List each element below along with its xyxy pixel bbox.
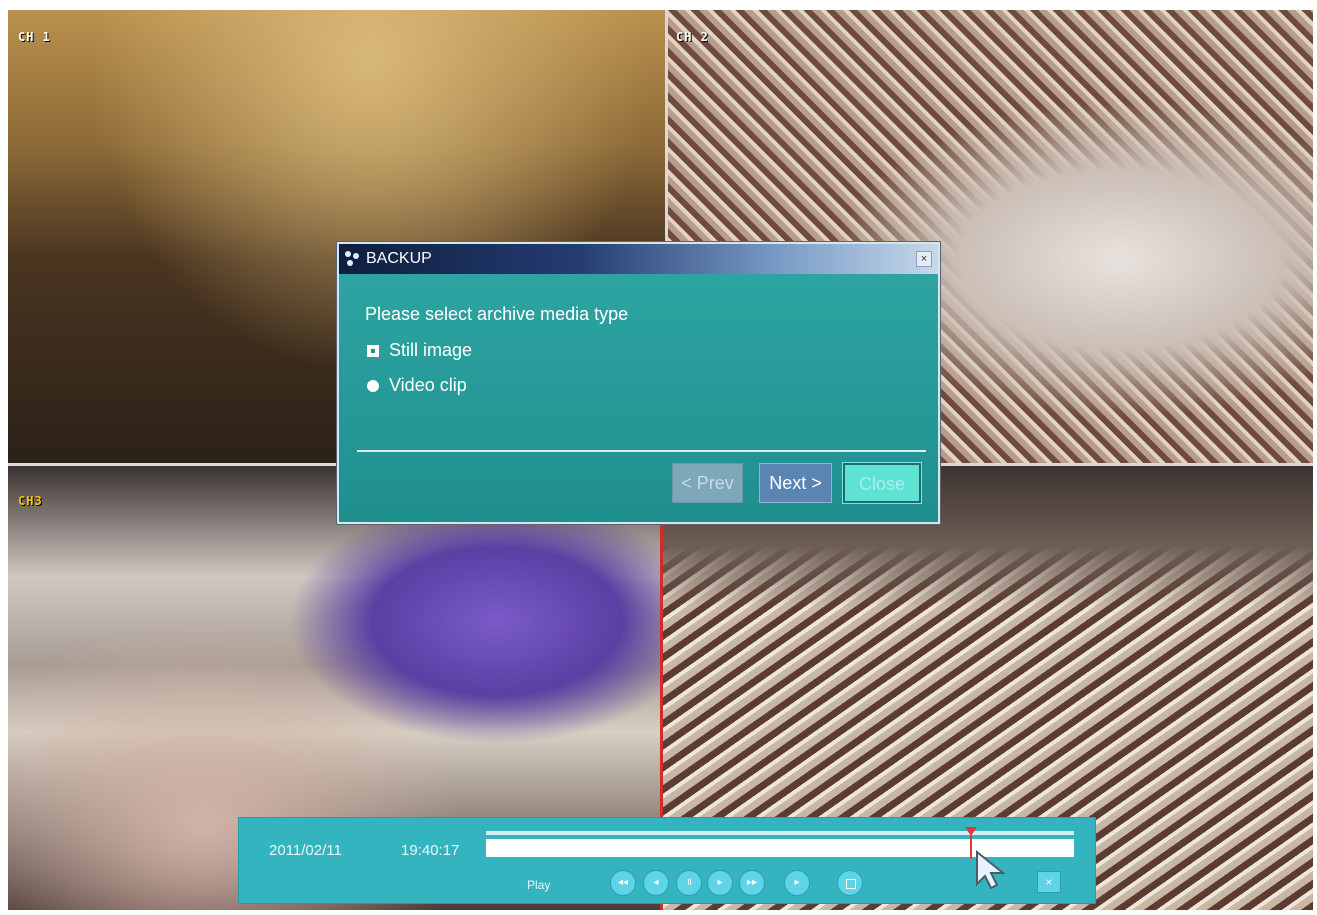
step-back-icon[interactable]: ◂ (643, 870, 669, 896)
option-still-image[interactable]: Still image (367, 340, 472, 361)
camera-label-ch3: CH3 (18, 494, 43, 508)
playback-date: 2011/02/11 (269, 842, 342, 859)
backup-icon (345, 251, 361, 267)
selected-radio-icon (367, 345, 379, 357)
mouse-cursor-icon (976, 850, 1005, 890)
snapshot-icon[interactable] (837, 870, 863, 896)
timeline-marker-line (970, 833, 972, 859)
playback-time: 19:40:17 (401, 842, 460, 859)
option-label: Still image (389, 340, 473, 360)
playback-bar: 2011/02/11 19:40:17 Play ◂◂ ◂ ॥ ▸ ▸▸ ▸ × (238, 817, 1096, 904)
dialog-divider (357, 450, 926, 452)
camera-label-ch2: CH 2 (676, 30, 709, 44)
playback-mode: Play (527, 878, 551, 892)
camera-label-ch1: CH 1 (18, 30, 51, 44)
option-video-clip[interactable]: Video clip (367, 375, 467, 396)
close-button[interactable]: Close (842, 462, 922, 504)
option-label: Video clip (389, 375, 467, 395)
rewind-icon[interactable]: ◂◂ (610, 870, 636, 896)
step-forward-icon[interactable]: ▸ (707, 870, 733, 896)
prev-button[interactable]: < Prev (672, 463, 743, 503)
timeline-track-top (486, 831, 1074, 835)
play-icon[interactable]: ▸ (784, 870, 810, 896)
dialog-close-icon[interactable]: × (916, 251, 932, 267)
dialog-prompt: Please select archive media type (365, 304, 629, 324)
dialog-title: BACKUP (366, 250, 432, 267)
dialog-title-bar: BACKUP × (339, 244, 938, 274)
pause-icon[interactable]: ॥ (676, 870, 702, 896)
next-button[interactable]: Next > (759, 463, 832, 503)
backup-dialog: BACKUP × Please select archive media typ… (337, 242, 940, 524)
playback-close-icon[interactable]: × (1037, 871, 1061, 893)
radio-icon (367, 380, 379, 392)
fast-forward-icon[interactable]: ▸▸ (739, 870, 765, 896)
